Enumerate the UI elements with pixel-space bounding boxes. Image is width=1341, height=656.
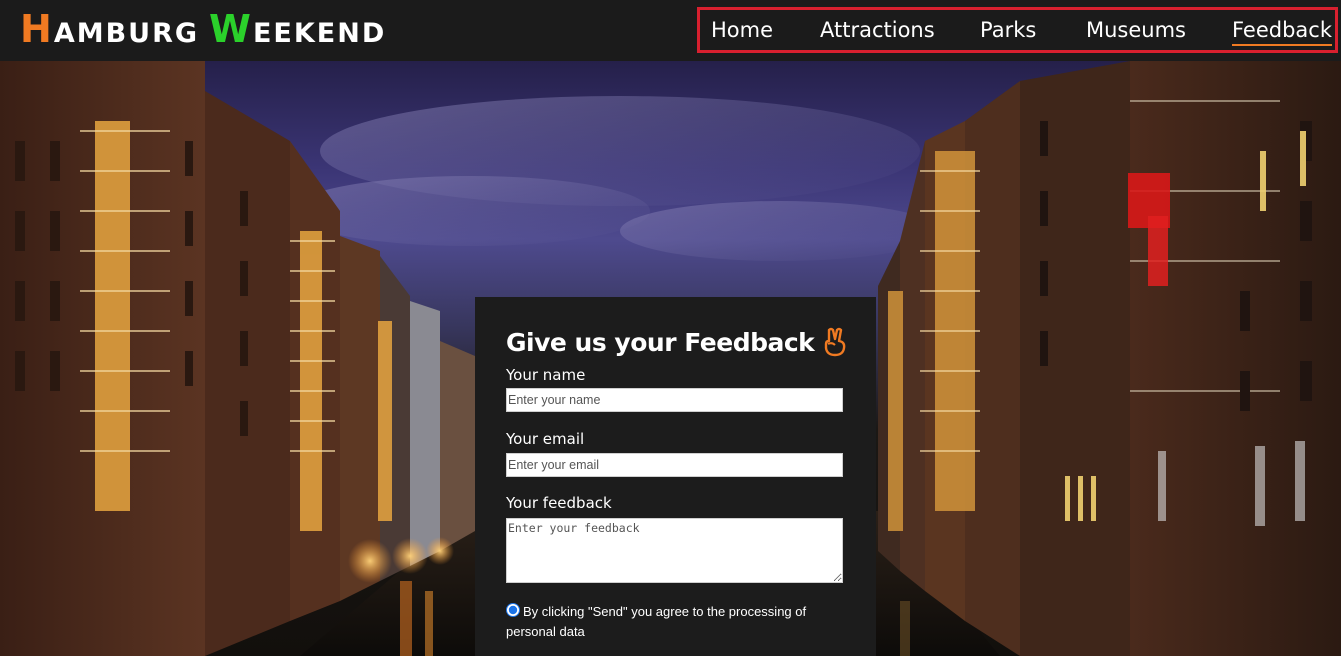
nav-feedback[interactable]: Feedback — [1232, 18, 1333, 46]
feedback-title: Give us your Feedback — [506, 327, 848, 357]
feedback-card: Give us your Feedback Your name Your ema… — [475, 297, 876, 656]
logo-word-weekend: EEKEND — [252, 18, 387, 49]
nav-museums[interactable]: Museums — [1086, 18, 1186, 42]
logo-word-hamburg: AMBURG — [53, 18, 200, 49]
nav-attractions[interactable]: Attractions — [820, 18, 935, 42]
name-label: Your name — [506, 366, 586, 384]
feedback-label: Your feedback — [506, 494, 612, 512]
site-logo[interactable]: HAMBURG WEEKEND — [20, 8, 386, 55]
logo-letter-h: H — [20, 7, 54, 51]
email-label: Your email — [506, 430, 585, 448]
feedback-title-text: Give us your Feedback — [506, 327, 815, 357]
logo-letter-w: W — [209, 7, 253, 51]
main-navigation: Home Attractions Parks Museums Feedback — [697, 7, 1338, 53]
feedback-textarea[interactable] — [506, 518, 843, 583]
nav-parks[interactable]: Parks — [980, 18, 1036, 42]
nav-home[interactable]: Home — [711, 18, 773, 42]
name-input[interactable] — [506, 388, 843, 412]
site-header: HAMBURG WEEKEND Home Attractions Parks Mu… — [0, 0, 1341, 61]
victory-hand-icon — [822, 327, 848, 357]
email-input[interactable] — [506, 453, 843, 477]
consent-text: By clicking "Send" you agree to the proc… — [506, 604, 807, 639]
